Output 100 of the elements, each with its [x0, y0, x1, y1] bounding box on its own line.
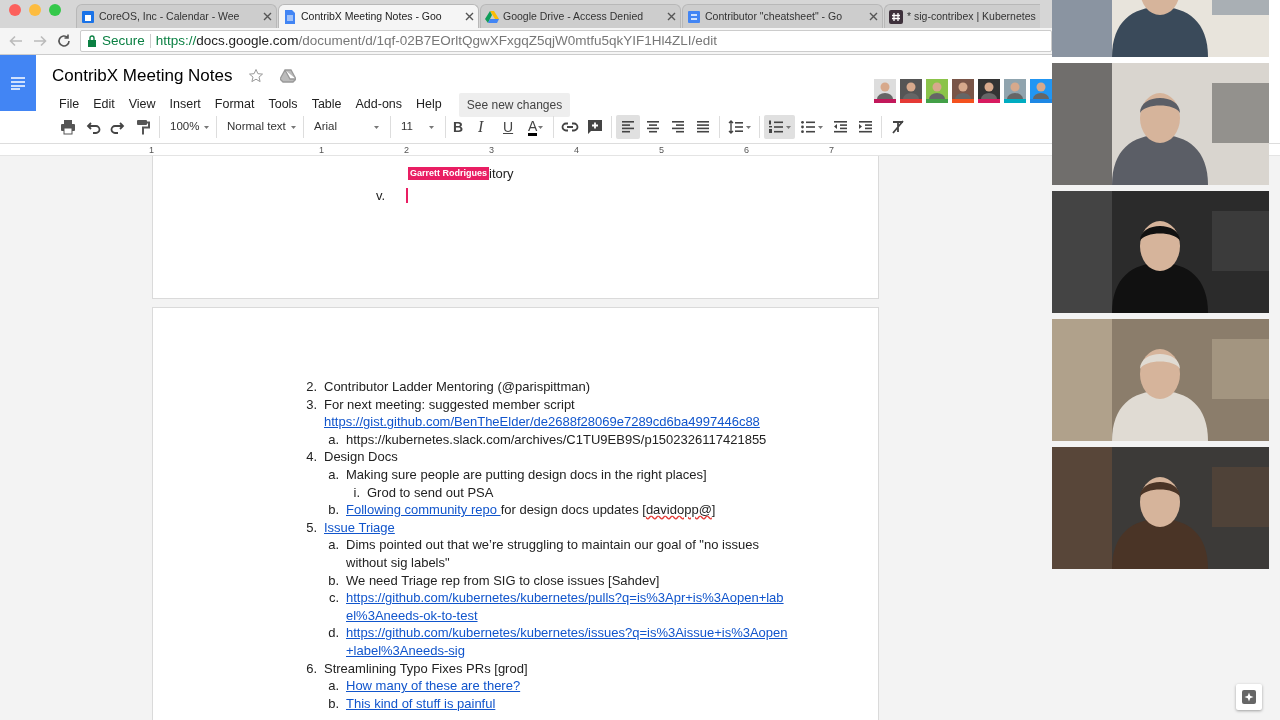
list-marker: v.	[376, 186, 387, 205]
bulleted-list-icon	[799, 118, 817, 136]
list-item-text: Dims pointed out that we’re struggling to maintain our goal of "no issues without sig labels"	[346, 536, 760, 572]
document-title[interactable]: ContribX Meeting Notes	[52, 63, 233, 89]
menu-item[interactable]: Add-ons	[348, 93, 410, 116]
list-marker: 3.	[305, 395, 318, 414]
list-marker: b.	[327, 694, 340, 713]
list-marker: a.	[327, 677, 340, 695]
menu-item[interactable]: Tools	[261, 93, 305, 116]
dropdown[interactable]: Normal text	[221, 115, 299, 139]
numbered-list-button[interactable]	[764, 115, 795, 139]
increase-indent-icon	[856, 118, 874, 136]
avatar	[978, 79, 1000, 99]
drive-icon	[280, 68, 297, 83]
printer-icon	[59, 118, 77, 136]
lock-icon	[87, 35, 97, 47]
docs-logo[interactable]	[0, 55, 36, 111]
ruler-number: 3	[489, 144, 495, 155]
add-comment-icon	[586, 118, 604, 136]
paragraph-text: itory	[489, 165, 514, 183]
menu-item[interactable]: Format	[207, 93, 262, 116]
menu-item[interactable]: Table	[304, 93, 349, 116]
underline-button[interactable]: U	[500, 115, 524, 139]
lines-icon	[10, 76, 26, 90]
ruler-number: 1	[319, 144, 325, 155]
menu-item[interactable]: Help	[409, 93, 449, 116]
list-item-text: Making sure people are putting design docs in the right places]	[346, 465, 708, 484]
list-marker: 6.	[305, 659, 318, 678]
browser-tab[interactable]: * sig-contribex | Kubernetes	[884, 4, 1040, 28]
avatar	[1004, 79, 1026, 99]
ruler-number: 1	[149, 144, 155, 155]
italic-button[interactable]: I	[475, 115, 499, 139]
list-marker: c.	[327, 589, 340, 608]
list-marker: b.	[327, 501, 340, 519]
browser-tab[interactable]: Contributor "cheatsheet" - Go	[682, 4, 883, 28]
close-icon	[667, 12, 676, 21]
list-item-text: Following community repo for design docs updates [davidopp@]	[346, 501, 717, 519]
list-marker: d.	[327, 624, 340, 643]
list-marker: b.	[327, 571, 340, 590]
list-item-text: Design Docs	[324, 448, 399, 466]
address-field[interactable]: Secure https://docs.google.com/document/d/1qf-02B7EOrltQgwXFxgqZ5qjW0mtfu5qkYIF1Hl4ZLI/edit	[80, 30, 1052, 52]
list-item-text: For next meeting: suggested member script https://gist.github.com/BenTheElder/de2688f28069e7289cd6ba4997446c88	[324, 395, 761, 431]
text-color-button[interactable]: A	[525, 115, 549, 139]
paint-roller-icon	[134, 118, 152, 136]
list-item-text: Streamlining Typo Fixes PRs [grod]	[324, 659, 529, 678]
close-icon	[869, 12, 878, 21]
bold-button[interactable]: B	[450, 115, 474, 139]
align-left-icon	[619, 118, 637, 136]
calendar-icon	[81, 9, 95, 24]
list-item-text: We need Triage rep from SIG to close issues [Sahdev]	[346, 571, 661, 590]
list-marker: a.	[327, 536, 340, 555]
avatar	[1030, 79, 1052, 99]
list-marker: 5.	[305, 518, 318, 537]
star-icon	[248, 67, 265, 84]
document-icon	[283, 9, 297, 24]
explore-button[interactable]	[1236, 684, 1262, 710]
link[interactable]: Following community repo	[346, 502, 501, 518]
link[interactable]: Issue Triage	[324, 518, 395, 537]
list-marker: i.	[352, 483, 361, 502]
menu-item[interactable]: Insert	[162, 93, 208, 116]
dropdown[interactable]: 11	[395, 115, 441, 139]
align-right-icon	[669, 118, 687, 136]
avatar	[874, 79, 896, 99]
link[interactable]: https://gist.github.com/BenTheElder/de2688f28069e7289cd6ba4997446c88	[324, 414, 760, 430]
line-spacing-icon	[727, 118, 745, 136]
list-item-text: https://kubernetes.slack.com/archives/C1TU9EB9S/p1502326117421855	[346, 430, 768, 449]
see-new-changes-button[interactable]: See new changes	[458, 92, 571, 117]
ruler-number: 4	[574, 144, 580, 155]
ruler-number: 2	[404, 144, 410, 155]
avatar	[952, 79, 974, 99]
menu-item[interactable]: View	[121, 93, 163, 116]
dropdown[interactable]: 100%	[164, 115, 212, 139]
clear-formatting-icon	[889, 118, 907, 136]
link[interactable]: How many of these are there?	[346, 677, 521, 695]
align-center-icon	[644, 118, 662, 136]
list-marker: 2.	[305, 378, 318, 396]
close-icon	[263, 12, 272, 21]
menu-item[interactable]: Edit	[86, 93, 122, 116]
avatar	[900, 79, 922, 99]
forward-icon	[32, 33, 48, 49]
browser-tab[interactable]: Google Drive - Access Denied	[480, 4, 681, 28]
browser-tab[interactable]: ContribX Meeting Notes - Goo	[278, 4, 479, 28]
drive-icon	[485, 9, 499, 24]
link[interactable]: This kind of stuff is painful	[346, 694, 496, 713]
explore-icon	[1241, 689, 1257, 705]
list-item-text: Contributor Ladder Mentoring (@parispittman)	[324, 378, 592, 396]
menu-item[interactable]: File	[52, 93, 87, 116]
decrease-indent-icon	[831, 118, 849, 136]
form-icon	[687, 9, 701, 24]
link[interactable]: https://github.com/kubernetes/kubernetes/issues?q=is%3Aissue+is%3Aopen+label%3Aneeds-sig	[346, 624, 790, 660]
browser-tab[interactable]: CoreOS, Inc - Calendar - Wee	[76, 4, 277, 28]
numbered-list-icon	[767, 118, 785, 136]
dropdown[interactable]: Arial	[308, 115, 386, 139]
align-left-button[interactable]	[616, 115, 640, 139]
list-marker: a.	[327, 430, 340, 449]
reload-icon	[56, 33, 72, 49]
ruler-number: 7	[829, 144, 835, 155]
avatar	[926, 79, 948, 99]
list-marker: 4.	[305, 448, 318, 466]
collaborator-name-tag: Garrett Rodrigues	[408, 167, 489, 181]
